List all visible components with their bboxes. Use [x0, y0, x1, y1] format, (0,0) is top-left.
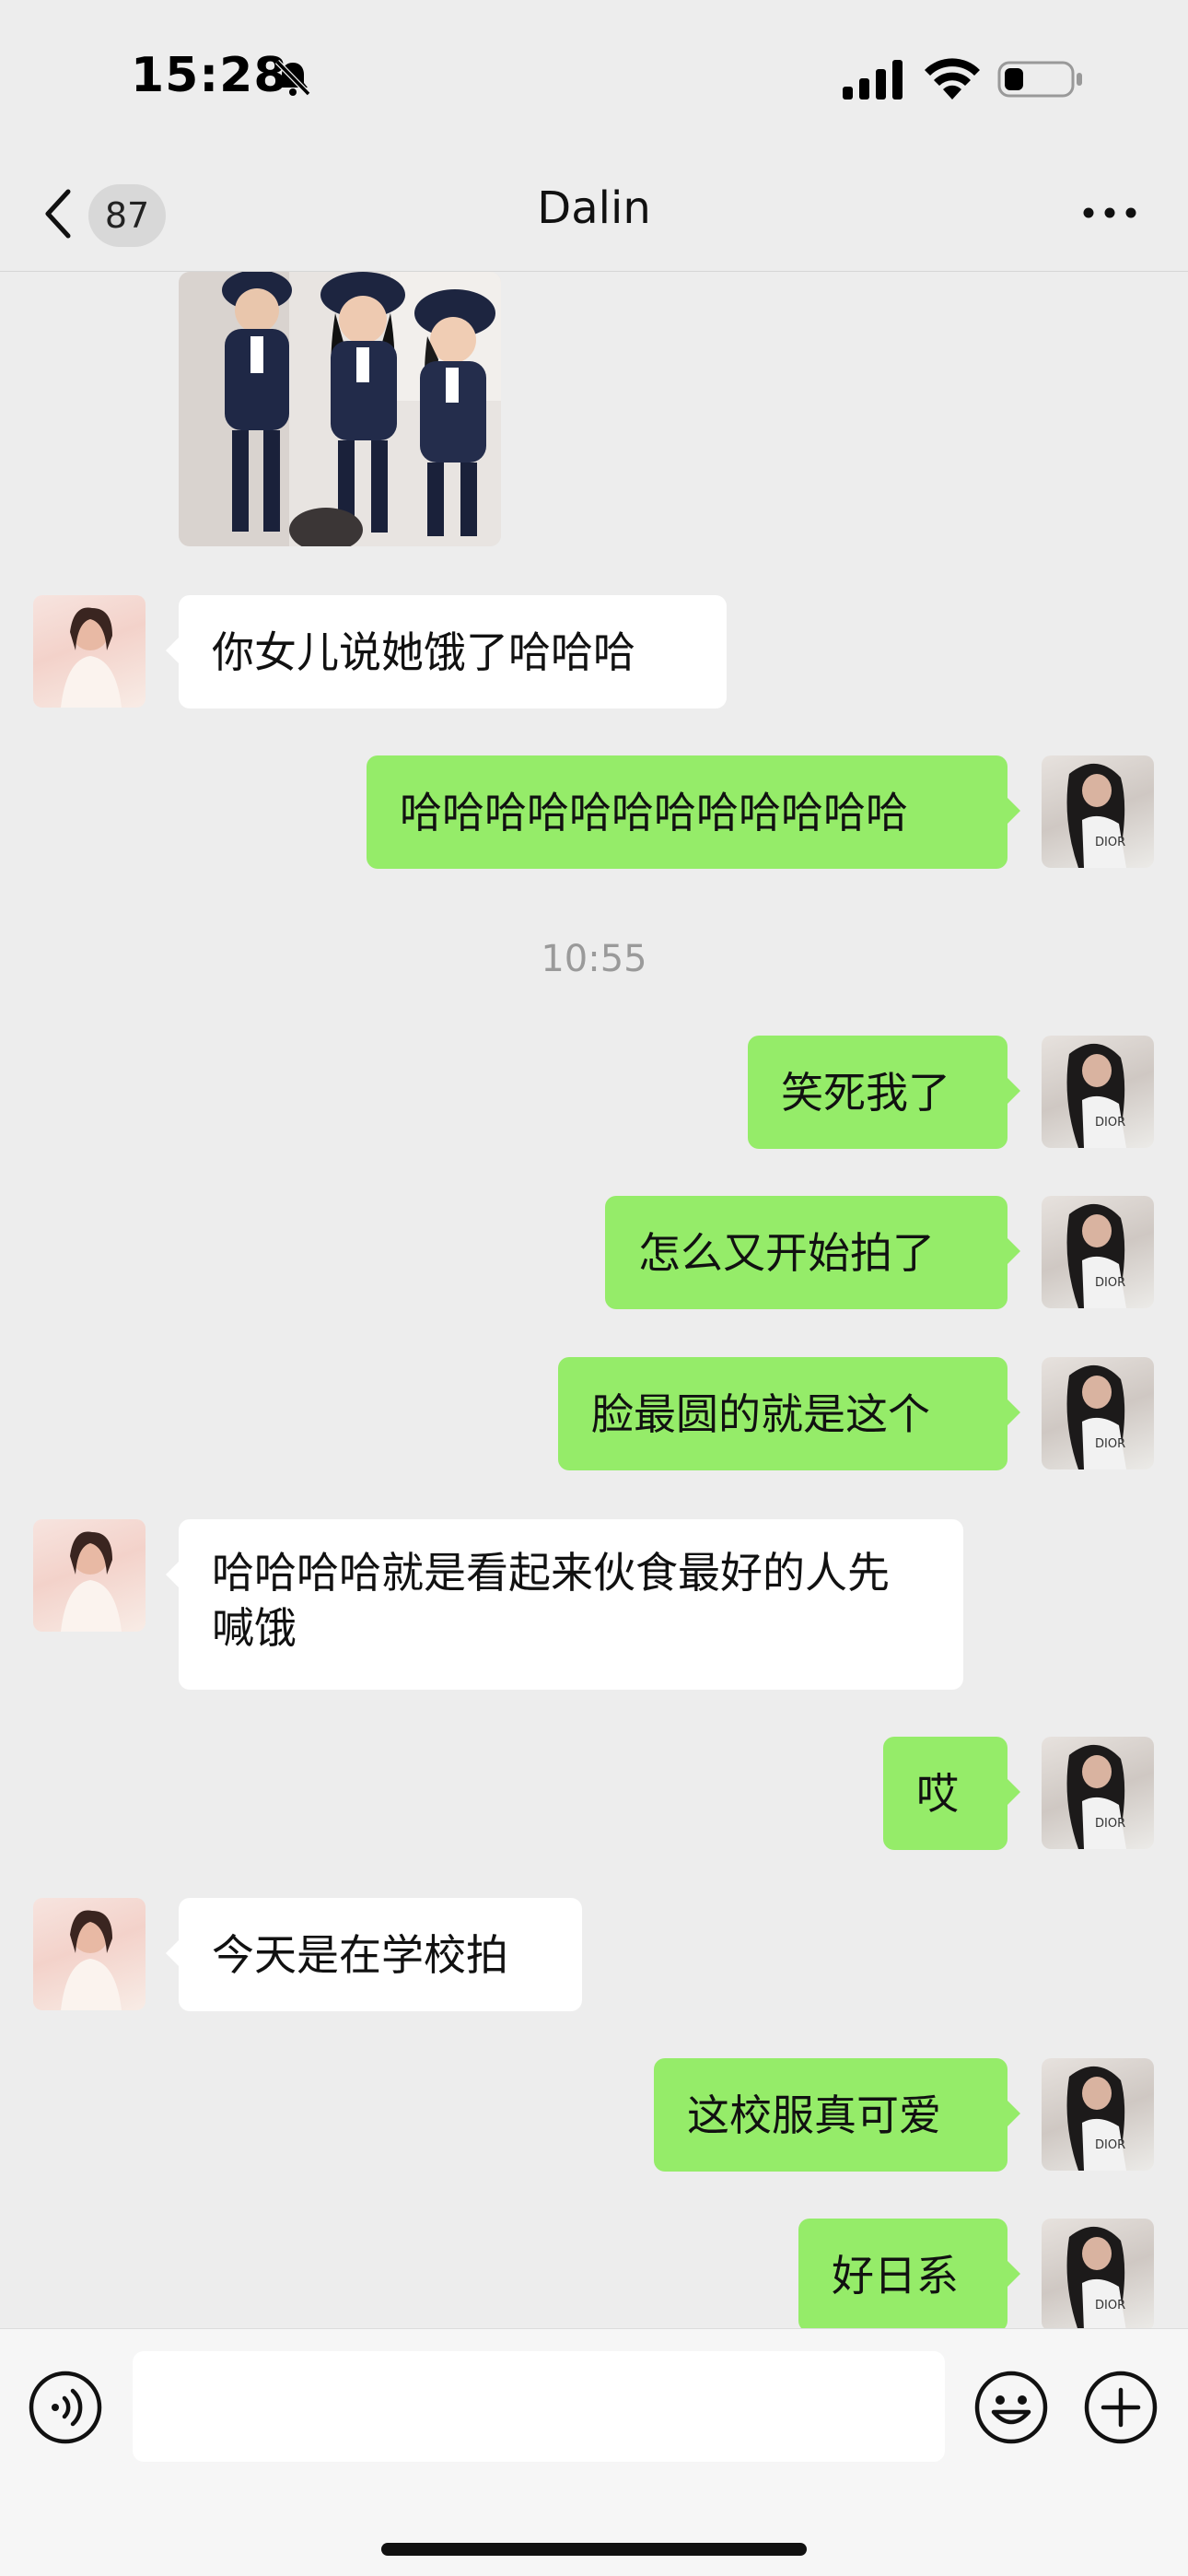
svg-text:DIOR: DIOR	[1095, 2138, 1125, 2152]
signal-icon	[843, 60, 903, 100]
status-bar: 15:28	[0, 0, 1188, 157]
svg-text:DIOR: DIOR	[1095, 2299, 1125, 2313]
avatar-image	[61, 607, 122, 708]
message-bubble-incoming[interactable]: 今天是在学校拍	[166, 1898, 582, 2011]
message-bubble-outgoing[interactable]: 怎么又开始拍了	[605, 1196, 1020, 1309]
plus-icon[interactable]	[1083, 2370, 1159, 2445]
photo-thumbnail	[179, 272, 501, 546]
message-input[interactable]	[133, 2351, 945, 2462]
avatar-image: DIOR	[1066, 1043, 1126, 1148]
image-message[interactable]	[179, 272, 501, 546]
home-indicator	[381, 2543, 807, 2556]
message-bubble-outgoing[interactable]: 哎	[883, 1737, 1020, 1850]
avatar-image: DIOR	[1066, 1203, 1126, 1308]
message-bubble-outgoing[interactable]: 好日系	[798, 2219, 1020, 2328]
message-list[interactable]: 你女儿说她饿了哈哈哈 哈哈哈哈哈哈哈哈哈哈哈哈 DIOR 10:55 笑死我了 …	[0, 272, 1188, 2328]
my-avatar[interactable]: DIOR	[1042, 2058, 1154, 2171]
message-bubble-incoming[interactable]: 哈哈哈哈就是看起来伙食最好的人先喊饿	[166, 1519, 963, 1690]
status-time: 15:28	[131, 48, 288, 103]
avatar-image: DIOR	[1066, 1364, 1126, 1469]
emoji-icon[interactable]	[973, 2370, 1049, 2445]
message-bubble-outgoing[interactable]: 哈哈哈哈哈哈哈哈哈哈哈哈	[367, 755, 1020, 869]
avatar-image: DIOR	[1066, 763, 1126, 868]
avatar-image: DIOR	[1066, 2226, 1126, 2328]
chat-screen: 15:28 87 Dalin 你女儿说她饿了哈哈哈 哈哈哈哈哈哈哈哈哈哈哈哈 D…	[0, 0, 1188, 2576]
avatar-image	[61, 1910, 122, 2010]
message-bubble-outgoing[interactable]: 笑死我了	[748, 1036, 1020, 1149]
contact-avatar[interactable]	[33, 595, 146, 708]
avatar-image: DIOR	[1066, 1744, 1126, 1849]
input-bar	[0, 2328, 1188, 2576]
my-avatar[interactable]: DIOR	[1042, 1196, 1154, 1308]
my-avatar[interactable]: DIOR	[1042, 2219, 1154, 2328]
voice-icon[interactable]	[28, 2370, 103, 2445]
my-avatar[interactable]: DIOR	[1042, 1737, 1154, 1849]
contact-avatar[interactable]	[33, 1519, 146, 1632]
svg-text:DIOR: DIOR	[1095, 1437, 1125, 1451]
nav-bar: 87 Dalin	[0, 157, 1188, 272]
contact-avatar[interactable]	[33, 1898, 146, 2010]
svg-text:DIOR: DIOR	[1095, 836, 1125, 849]
my-avatar[interactable]: DIOR	[1042, 755, 1154, 868]
message-bubble-incoming[interactable]: 你女儿说她饿了哈哈哈	[166, 595, 727, 708]
avatar-image	[61, 1531, 122, 1632]
more-options-button[interactable]	[1077, 190, 1142, 236]
chat-title: Dalin	[537, 182, 651, 234]
svg-text:DIOR: DIOR	[1095, 1116, 1125, 1130]
timestamp-label: 10:55	[541, 938, 647, 980]
battery-icon	[997, 61, 1082, 98]
message-bubble-outgoing[interactable]: 这校服真可爱	[654, 2058, 1020, 2172]
svg-text:DIOR: DIOR	[1095, 1817, 1125, 1831]
my-avatar[interactable]: DIOR	[1042, 1036, 1154, 1148]
svg-text:DIOR: DIOR	[1095, 1276, 1125, 1290]
bell-off-icon	[274, 59, 311, 97]
avatar-image: DIOR	[1066, 2066, 1126, 2171]
wifi-icon	[925, 58, 980, 100]
my-avatar[interactable]: DIOR	[1042, 1357, 1154, 1469]
message-bubble-outgoing[interactable]: 脸最圆的就是这个	[558, 1357, 1020, 1470]
